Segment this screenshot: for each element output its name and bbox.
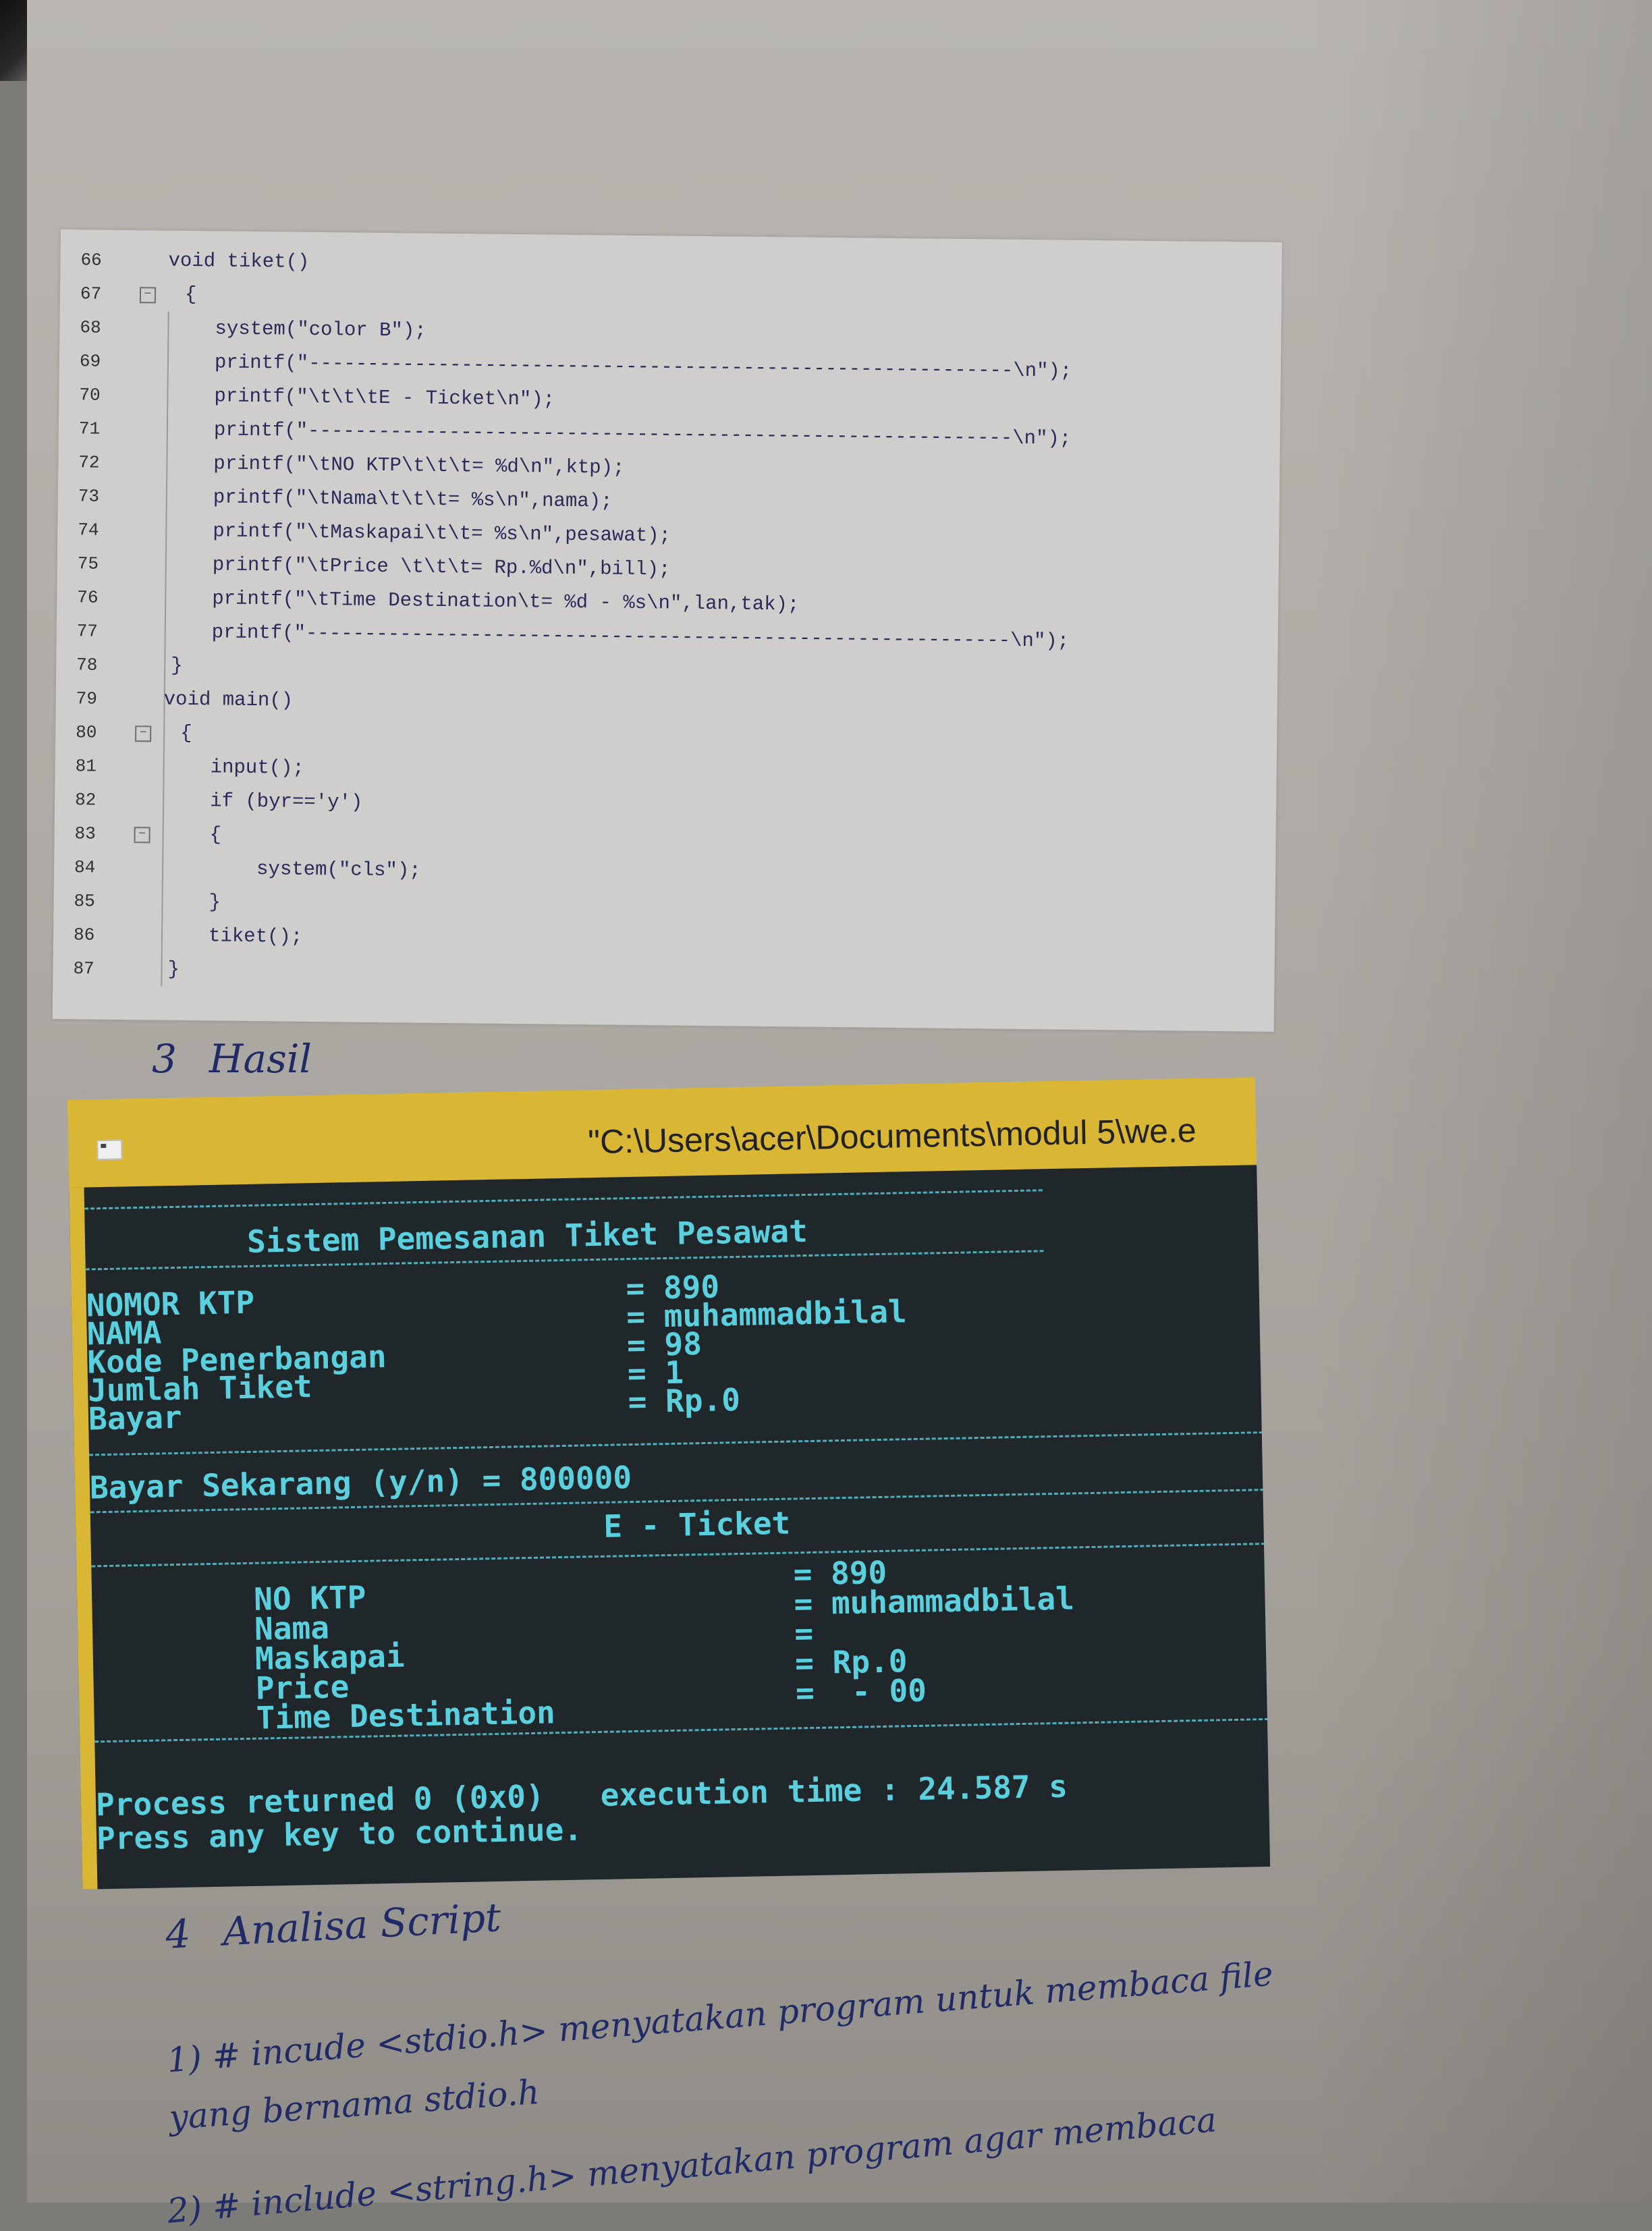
section-number: 4 <box>164 1910 192 1958</box>
console-header: Sistem Pemesanan Tiket Pesawat <box>246 1212 808 1260</box>
line-number: 80 <box>76 722 97 743</box>
code-text: } <box>171 654 183 677</box>
line-number: 73 <box>78 486 100 507</box>
code-text: } <box>209 891 221 914</box>
code-text: printf("\tPrice \t\t\t= Rp.%d\n",bill); <box>212 553 671 581</box>
divider <box>89 1431 1263 1456</box>
console-title: "C:\Users\acer\Documents\modul 5\we.e <box>587 1111 1197 1161</box>
line-number: 77 <box>76 621 99 642</box>
press-any-key-line: Press any key to continue. <box>96 1811 583 1857</box>
code-text: { <box>180 721 192 745</box>
line-number: 74 <box>78 520 99 541</box>
code-text: void main() <box>163 688 294 712</box>
line-number: 71 <box>78 418 101 439</box>
section-hasil-heading: 3 Hasil <box>152 1036 312 1082</box>
section-number: 3 <box>152 1036 177 1082</box>
code-listing: 66 void tiket() 67 − {68 system("color B"); 69… <box>52 229 1282 1032</box>
ticket-value: = muhammadbilal <box>794 1580 1075 1622</box>
code-text: printf("\tNama\t\t\t= %s\n",nama); <box>213 486 613 513</box>
fold-toggle-icon[interactable]: − <box>135 725 152 742</box>
line-number: 66 <box>80 250 102 271</box>
code-text: } <box>167 958 180 981</box>
console-app-icon[interactable] <box>97 1139 123 1161</box>
code-text: tiket(); <box>208 925 303 948</box>
ticket-value: = - 00 <box>795 1672 927 1711</box>
console-screen[interactable]: Sistem Pemesanan Tiket Pesawat NOMOR KTP… <box>69 1165 1271 1890</box>
line-number: 78 <box>76 655 98 676</box>
code-text: printf("\t\t\tE - Ticket\n"); <box>214 385 555 411</box>
divider <box>84 1189 1043 1210</box>
code-text: printf("\tMaskapai\t\t= %s\n",pesawat); <box>213 520 671 547</box>
field-value: = Rp.0 <box>628 1381 741 1421</box>
divider <box>91 1543 1265 1568</box>
code-text: { <box>209 823 222 846</box>
section-title: Hasil <box>209 1036 312 1082</box>
line-number: 68 <box>80 317 101 338</box>
line-number: 76 <box>77 587 99 608</box>
line-number: 85 <box>74 891 95 912</box>
fold-toggle-icon[interactable]: − <box>134 827 150 844</box>
ticket-label: Time Destination <box>256 1694 556 1736</box>
line-number: 72 <box>78 452 100 473</box>
code-text: input(); <box>210 756 305 779</box>
line-number: 69 <box>79 351 101 372</box>
pay-prompt: Bayar Sekarang (y/n) = 800000 <box>89 1459 632 1506</box>
line-number: 82 <box>74 790 97 810</box>
line-number: 67 <box>80 283 102 304</box>
code-text: if (byr=='y') <box>209 790 363 814</box>
line-number: 70 <box>79 385 101 406</box>
code-text: system("cls"); <box>256 858 421 882</box>
code-text: void tiket() <box>168 249 310 273</box>
line-number: 75 <box>77 553 99 574</box>
line-number: 79 <box>76 688 98 709</box>
ticket-header: E - Ticket <box>603 1504 791 1545</box>
fold-toggle-icon[interactable]: − <box>139 287 157 304</box>
code-text: printf("\tNO KTP\t\t\t= %d\n",ktp); <box>213 452 625 479</box>
line-number: 84 <box>74 857 96 878</box>
code-text: system("color B"); <box>215 317 426 342</box>
field-label: Bayar <box>88 1398 183 1437</box>
code-text: { <box>184 283 197 306</box>
console-window: "C:\Users\acer\Documents\modul 5\we.e Si… <box>67 1077 1271 1890</box>
line-number: 81 <box>75 756 97 777</box>
line-number: 86 <box>73 925 95 945</box>
code-text: printf("\tTime Destination\t= %d - %s\n"… <box>212 587 800 616</box>
line-number: 83 <box>74 823 97 844</box>
line-number: 87 <box>73 958 94 979</box>
